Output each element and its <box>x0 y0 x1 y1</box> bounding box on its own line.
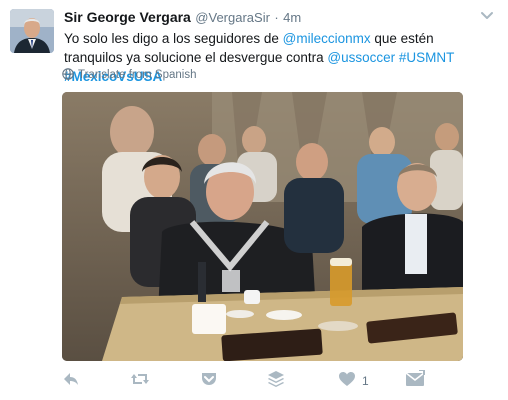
reply-button[interactable] <box>62 370 80 392</box>
tweet-photo[interactable] <box>62 92 463 361</box>
hashtag-link[interactable]: #USMNT <box>399 50 454 65</box>
author-name[interactable]: Sir George Vergara <box>64 9 191 25</box>
retweet-button[interactable] <box>130 370 150 392</box>
buffer-button[interactable] <box>267 370 285 392</box>
reply-icon <box>62 370 80 393</box>
pocket-icon <box>200 370 218 393</box>
buffer-icon <box>267 370 285 393</box>
like-button[interactable]: 1 <box>338 370 369 392</box>
mention-link[interactable]: @ussoccer <box>327 50 395 65</box>
heart-icon <box>338 370 356 393</box>
translate-label: Translate from Spanish <box>78 69 197 81</box>
direct-message-icon <box>405 368 425 393</box>
like-count: 1 <box>362 374 369 388</box>
direct-message-button[interactable] <box>405 368 425 393</box>
mention-link[interactable]: @mileccionmx <box>283 31 371 46</box>
tweet-actions: 1 <box>62 368 442 393</box>
pocket-button[interactable] <box>200 370 218 392</box>
timestamp[interactable]: 4m <box>283 10 301 25</box>
translate-link[interactable]: Translate from Spanish <box>62 67 196 83</box>
separator-dot: · <box>274 10 279 25</box>
author-handle[interactable]: @VergaraSir <box>195 10 270 25</box>
retweet-icon <box>130 370 150 393</box>
avatar[interactable] <box>10 9 54 53</box>
globe-icon <box>62 67 74 83</box>
text-prefix: Yo solo les digo a los seguidores de <box>64 31 283 46</box>
tweet-header: Sir George Vergara @VergaraSir · 4m <box>64 9 494 29</box>
chevron-down-icon[interactable] <box>480 9 494 23</box>
